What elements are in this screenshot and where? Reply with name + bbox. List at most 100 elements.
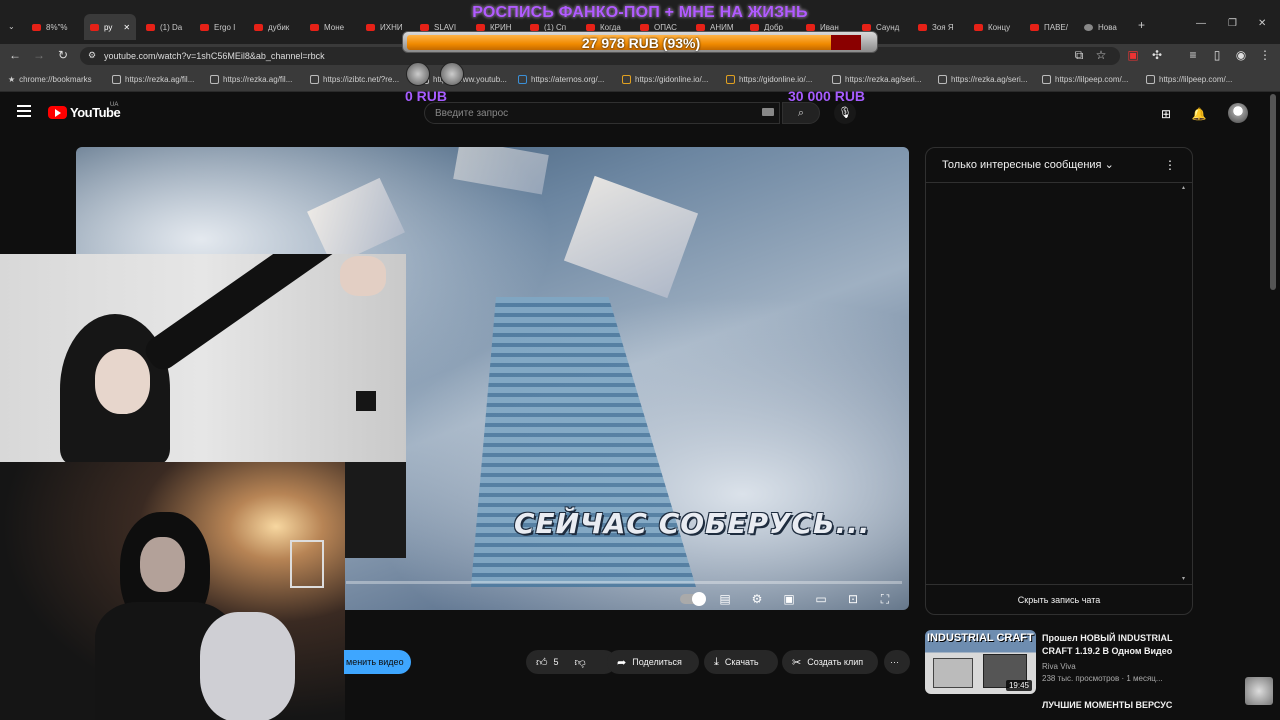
like-count[interactable]: 5 [554, 657, 559, 667]
bookmark-item[interactable]: https://lilpeep.com/... [1042, 75, 1128, 84]
youtube-favicon-icon [32, 23, 41, 31]
bookmark-item[interactable]: https://lilpeep.com/... [1146, 75, 1232, 84]
new-tab-plus-icon[interactable]: + [1138, 18, 1145, 32]
webcam-person-face [95, 349, 150, 414]
change-video-button[interactable]: менить видео [344, 650, 411, 674]
bookmark-item[interactable]: https://gidonline.io/... [622, 75, 708, 84]
webcam2-person-face [140, 537, 185, 592]
reading-list-icon[interactable]: ≡ [1186, 48, 1200, 62]
bookmark-star-icon[interactable]: ☆ [1094, 48, 1108, 62]
chrome-favicon-icon [1084, 23, 1093, 31]
back-arrow-icon[interactable]: ← [8, 48, 22, 62]
video-progress-bar[interactable] [346, 581, 902, 584]
youtube-favicon-icon [918, 23, 927, 31]
bookmark-item[interactable]: https://rezka.ag/seri... [938, 75, 1027, 84]
webcam-overlay-edge [345, 462, 406, 558]
thumbnail-machine-left [933, 658, 973, 688]
subtitles-icon[interactable]: ▤ [716, 591, 734, 607]
search-icon: ⌕ [797, 107, 805, 119]
keyboard-icon[interactable] [762, 108, 774, 116]
bookmark-item[interactable]: https://aternos.org/... [518, 75, 604, 84]
browser-tab[interactable]: (1) Da [146, 14, 190, 40]
browser-tab[interactable]: дубик [254, 14, 298, 40]
chat-filter-dropdown[interactable]: Только интересные сообщения ⌄ [942, 158, 1114, 171]
extension-badge-icon[interactable]: ▣ [1126, 48, 1140, 62]
bookmark-item[interactable]: https://izibtc.net/?re... [310, 75, 399, 84]
page-icon [938, 75, 947, 84]
hide-chat-button[interactable]: Скрыть запись чата [926, 595, 1192, 605]
youtube-play-logo-icon [48, 106, 67, 119]
settings-gear-icon[interactable]: ⚙ [748, 591, 766, 607]
reload-icon[interactable]: ↻ [56, 48, 70, 62]
hamburger-menu-icon[interactable] [17, 105, 31, 117]
browser-tab[interactable]: ПАВЕ/ [1030, 14, 1072, 40]
close-window-icon[interactable]: ✕ [1258, 18, 1266, 29]
browser-tab[interactable]: Моне [310, 14, 354, 40]
region-code: UA [110, 102, 119, 108]
side-panel-icon[interactable]: ▯ [1210, 48, 1224, 62]
youtube-favicon-icon [420, 23, 429, 31]
voice-search-mic-icon[interactable]: 🎙 [834, 102, 856, 124]
extensions-puzzle-icon[interactable]: ✣ [1150, 48, 1164, 62]
share-arrow-icon: ➦ [617, 656, 627, 669]
page-icon [310, 75, 319, 84]
scroll-down-icon[interactable]: ▾ [1182, 575, 1185, 582]
recommended-video-title[interactable]: Прошел НОВЫЙ INDUSTRIAL CRAFT 1.19.2 В О… [1042, 632, 1182, 658]
create-video-icon[interactable]: ⊞ [1158, 106, 1174, 122]
like-dislike-group: 👍︎ 5 👎︎ [526, 650, 616, 674]
page-scrollbar[interactable] [1270, 94, 1276, 290]
webcam-overlay-top [0, 254, 406, 462]
create-clip-button[interactable]: ✂ Создать клип [782, 650, 878, 674]
like-thumb-up-icon[interactable]: 👍︎ [536, 656, 548, 669]
dislike-thumb-down-icon[interactable]: 👎︎ [575, 656, 586, 669]
recommended-video-title-next[interactable]: ЛУЧШИЕ МОМЕНТЫ ВЕРСУС [1042, 700, 1172, 710]
profile-icon[interactable]: ◉ [1234, 48, 1248, 62]
chat-scrollbar[interactable]: ▴ ▾ [1182, 184, 1188, 582]
browser-tab[interactable]: Нова [1084, 14, 1128, 40]
youtube-favicon-icon [862, 23, 871, 31]
forward-arrow-icon[interactable]: → [32, 48, 46, 62]
donation-bar-knob-icon [406, 62, 430, 86]
bookmark-item[interactable]: https://rezka.ag/fil... [112, 75, 194, 84]
webcam-overlay-bottom [0, 462, 345, 720]
cast-icon[interactable]: ⊡ [844, 591, 862, 607]
site-info-icon[interactable]: ⚙ [88, 50, 96, 61]
notifications-bell-icon[interactable]: 🔔 [1191, 106, 1207, 122]
install-app-icon[interactable]: ⧉ [1072, 48, 1086, 62]
autoplay-toggle[interactable] [680, 592, 706, 606]
download-button[interactable]: ⤓ Скачать [704, 650, 778, 674]
video-frame-stairs [471, 297, 696, 587]
minimize-window-icon[interactable]: — [1196, 18, 1206, 29]
fullscreen-icon[interactable]: ⛶ [876, 591, 894, 607]
close-tab-icon[interactable]: ✕ [123, 23, 130, 32]
share-button[interactable]: ➦ Поделиться [607, 650, 699, 674]
recommended-video-channel[interactable]: Riva Viva [1042, 662, 1076, 671]
recommended-video-thumbnail[interactable]: INDUSTRIAL CRAFT 19:45 [925, 630, 1036, 694]
video-frame-cube [453, 147, 549, 195]
webcam-person-hand [340, 256, 386, 296]
bookmark-item[interactable]: ★ chrome://bookmarks [8, 75, 92, 84]
theater-mode-icon[interactable]: ▭ [812, 591, 830, 607]
scroll-up-icon[interactable]: ▴ [1182, 184, 1185, 191]
browser-menu-icon[interactable]: ⋮ [1258, 48, 1272, 62]
search-button[interactable]: ⌕ [782, 102, 820, 124]
browser-tab[interactable]: Ergo I [200, 14, 244, 40]
bookmark-item[interactable]: https://rezka.ag/seri... [832, 75, 921, 84]
maximize-window-icon[interactable]: ❐ [1228, 18, 1237, 29]
bookmark-item[interactable]: https://rezka.ag/fil... [210, 75, 292, 84]
browser-tab-active[interactable]: ру ✕ [84, 14, 136, 40]
video-frame-cube [307, 177, 405, 267]
page-icon [832, 75, 841, 84]
chat-more-menu-icon[interactable]: ⋮ [1164, 158, 1176, 172]
search-input[interactable]: Введите запрос [424, 102, 780, 124]
account-avatar[interactable] [1228, 103, 1248, 123]
more-actions-button[interactable]: ··· [884, 650, 910, 674]
bookmark-item[interactable]: https://gidonline.io/... [726, 75, 812, 84]
browser-tab[interactable]: Концу [974, 14, 1016, 40]
webcam-wall-object [356, 391, 376, 411]
browser-tab[interactable]: Зоя Я [918, 14, 960, 40]
more-dots-icon: ··· [890, 657, 899, 667]
tab-list-chevron-icon[interactable]: ⌄ [8, 22, 15, 31]
browser-tab[interactable]: 8%"% [32, 14, 80, 40]
miniplayer-icon[interactable]: ▣ [780, 591, 798, 607]
